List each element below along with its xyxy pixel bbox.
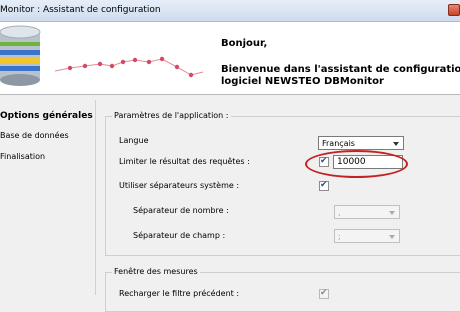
system-separators-checkbox[interactable]: ✔ — [319, 180, 329, 191]
title-bar: Monitor : Assistant de configuration — [0, 0, 460, 22]
sidebar-item-finalisation[interactable]: Finalisation — [0, 152, 45, 161]
field-separator-value: ; — [338, 232, 341, 241]
app-params-legend: Paramètres de l'application : — [112, 111, 231, 120]
welcome-text: Bienvenue dans l'assistant de configurat… — [221, 64, 460, 88]
database-icon — [0, 25, 204, 86]
sidebar-item-options-generales[interactable]: Options générales — [0, 111, 93, 121]
sidebar-divider — [95, 100, 96, 295]
window-title: Monitor : Assistant de configuration — [0, 5, 161, 15]
chevron-down-icon — [389, 211, 395, 215]
chevron-down-icon — [393, 142, 399, 146]
reload-filter-checkbox[interactable]: ✔ — [319, 288, 329, 299]
measures-legend: Fenêtre des mesures — [112, 267, 200, 276]
field-separator-select[interactable]: ; — [334, 229, 400, 243]
highlight-circle — [305, 150, 408, 178]
reload-filter-label: Recharger le filtre précédent : — [119, 289, 240, 298]
number-separator-label: Séparateur de nombre : — [133, 206, 229, 215]
sidebar-item-base-de-donnees[interactable]: Base de données — [0, 131, 69, 140]
language-select-value: Français — [322, 139, 355, 148]
number-separator-select[interactable]: , — [334, 205, 400, 219]
system-separators-label: Utiliser séparateurs système : — [119, 181, 240, 190]
chevron-down-icon — [389, 235, 395, 239]
language-select[interactable]: Français — [318, 136, 404, 150]
close-icon[interactable] — [448, 4, 460, 16]
limit-label: Limiter le résultat des requêtes : — [119, 157, 250, 166]
number-separator-value: , — [338, 208, 341, 217]
welcome-line-2: logiciel NEWSTEO DBMonitor — [221, 76, 384, 87]
checkmark-icon: ✔ — [320, 288, 328, 298]
header-banner: Bonjour, Bienvenue dans l'assistant de c… — [0, 22, 460, 95]
greeting-text: Bonjour, — [221, 38, 268, 49]
language-label: Langue — [119, 136, 149, 145]
field-separator-label: Séparateur de champ : — [133, 231, 226, 240]
welcome-line-1: Bienvenue dans l'assistant de configurat… — [221, 64, 460, 75]
checkmark-icon: ✔ — [320, 180, 328, 190]
